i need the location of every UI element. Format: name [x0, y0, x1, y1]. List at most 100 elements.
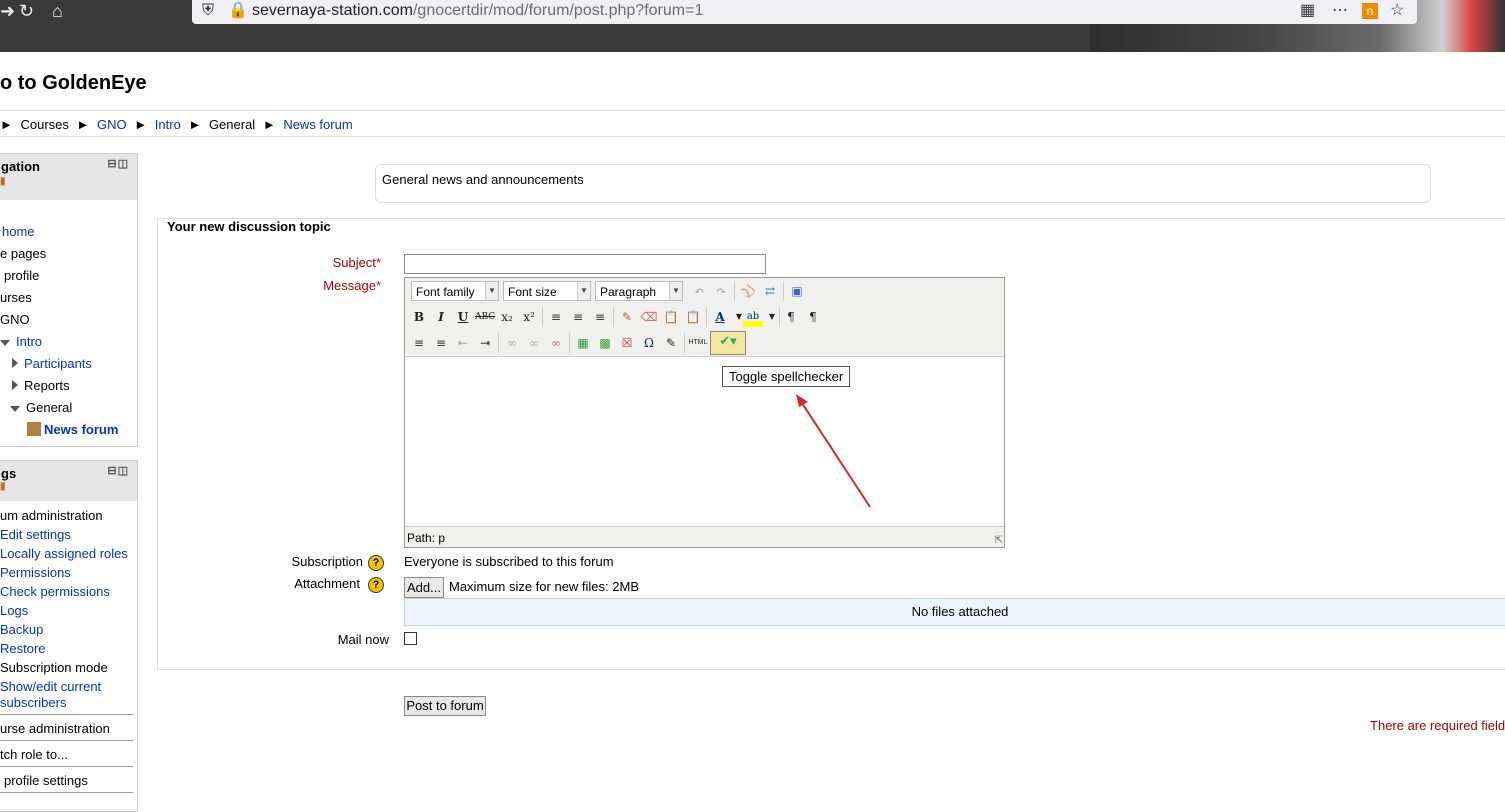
- strikethrough-icon[interactable]: ABC: [475, 307, 495, 327]
- nolink-icon[interactable]: ☒: [617, 333, 637, 353]
- font-family-select[interactable]: Font family ▼: [411, 281, 499, 301]
- post-to-forum-button[interactable]: Post to forum: [404, 696, 486, 716]
- nav-item-home[interactable]: home: [2, 224, 35, 239]
- numbered-list-icon[interactable]: ≡: [431, 333, 451, 353]
- insert-table-icon[interactable]: ✎: [661, 333, 681, 353]
- align-left-icon[interactable]: ≡: [546, 307, 566, 327]
- nav-item-reports[interactable]: Reports: [12, 378, 70, 393]
- nav-item-profile[interactable]: profile: [4, 268, 39, 283]
- underline-icon[interactable]: U: [453, 307, 473, 327]
- settings-forum-admin[interactable]: um administration: [0, 508, 103, 523]
- redo-icon[interactable]: ↷: [711, 281, 731, 301]
- align-center-icon[interactable]: ≡: [568, 307, 588, 327]
- extension-icon[interactable]: n: [1362, 3, 1378, 19]
- url-path: /gnocertdir/mod/forum/post.php?forum=1: [412, 2, 704, 19]
- settings-check-permissions[interactable]: Check permissions: [0, 584, 110, 599]
- nav-item-gno[interactable]: GNO: [0, 312, 30, 327]
- collapsed-icon: [12, 380, 18, 390]
- undo-icon[interactable]: ↶: [689, 281, 709, 301]
- settings-subscribers[interactable]: subscribers: [0, 695, 66, 710]
- qr-code-icon[interactable]: ▦: [1300, 1, 1315, 21]
- bullet-list-icon[interactable]: ≡: [409, 333, 429, 353]
- settings-divider: [0, 714, 133, 715]
- font-size-select[interactable]: Font size ▼: [503, 281, 591, 301]
- shield-icon[interactable]: ⛨: [202, 1, 214, 21]
- spellchecker-button[interactable]: ✔▾: [710, 331, 746, 355]
- special-character-icon[interactable]: Ω: [639, 333, 659, 353]
- align-right-icon[interactable]: ≡: [590, 307, 610, 327]
- find-replace-icon[interactable]: ⇄: [760, 281, 780, 301]
- reload-icon[interactable]: ↻: [19, 0, 34, 22]
- resize-handle-icon[interactable]: ⇱: [995, 535, 1003, 546]
- subscript-icon[interactable]: x₂: [497, 307, 517, 327]
- home-icon[interactable]: ⌂: [52, 0, 63, 22]
- settings-show-edit-subscribers[interactable]: Show/edit current: [0, 679, 101, 694]
- eraser-icon[interactable]: ⌫: [639, 307, 659, 327]
- help-icon[interactable]: ?: [368, 577, 384, 593]
- paste-word-icon[interactable]: 📋: [683, 307, 703, 327]
- block-controls-icon[interactable]: ⊟◫: [107, 464, 129, 477]
- nav-item-general[interactable]: General: [10, 400, 72, 415]
- settings-subscription-mode[interactable]: Subscription mode: [0, 660, 108, 675]
- mailnow-checkbox[interactable]: [404, 632, 417, 645]
- nav-item-news-forum[interactable]: News forum: [27, 422, 118, 437]
- settings-restore[interactable]: Restore: [0, 641, 46, 656]
- message-edit-area[interactable]: [405, 356, 1004, 527]
- insecure-lock-icon[interactable]: 🔒: [228, 1, 248, 21]
- dock-icon[interactable]: ▮: [0, 481, 6, 492]
- url-domain: severnaya-station.com: [252, 2, 413, 19]
- nav-item-courses[interactable]: urses: [0, 290, 32, 305]
- breadcrumb-divider: [0, 136, 1505, 137]
- settings-profile-settings[interactable]: profile settings: [4, 773, 88, 788]
- settings-edit-settings[interactable]: Edit settings: [0, 527, 71, 542]
- highlight-color-icon[interactable]: ab: [743, 307, 763, 327]
- bookmark-star-icon[interactable]: ☆: [1390, 1, 1404, 21]
- ltr-icon[interactable]: ¶: [781, 307, 801, 327]
- superscript-icon[interactable]: x²: [519, 307, 539, 327]
- add-file-button[interactable]: Add...: [404, 577, 444, 598]
- subject-label-text: Subject: [332, 255, 376, 270]
- italic-icon[interactable]: I: [431, 307, 451, 327]
- settings-switch-role[interactable]: tch role to...: [0, 747, 68, 762]
- editor-path: Path: p: [407, 531, 446, 545]
- subject-input[interactable]: [404, 254, 766, 274]
- media-icon[interactable]: ▩: [595, 333, 615, 353]
- unlink-icon[interactable]: ∞: [524, 333, 544, 353]
- toolbar-separator: [684, 333, 685, 353]
- paste-text-icon[interactable]: 📋: [661, 307, 681, 327]
- dock-icon[interactable]: ▮: [0, 176, 6, 187]
- files-dropzone[interactable]: No files attached: [404, 598, 1505, 626]
- outdent-icon[interactable]: ⇤: [453, 333, 473, 353]
- format-select[interactable]: Paragraph ▼: [595, 281, 683, 301]
- settings-permissions[interactable]: Permissions: [0, 565, 71, 580]
- settings-logs[interactable]: Logs: [0, 603, 28, 618]
- indent-icon[interactable]: ⇥: [475, 333, 495, 353]
- nav-item-participants[interactable]: Participants: [12, 356, 92, 371]
- nav-item-pages[interactable]: e pages: [0, 246, 46, 261]
- html-source-icon[interactable]: HTML: [688, 333, 708, 353]
- breadcrumb-news-forum[interactable]: News forum: [283, 117, 352, 132]
- cleanup-icon[interactable]: ✎: [617, 307, 637, 327]
- find-icon[interactable]: ⚾: [738, 281, 758, 301]
- breadcrumb-separator-icon: ►: [134, 117, 148, 132]
- address-bar[interactable]: ⛨ 🔒 severnaya-station.com/gnocertdir/mod…: [192, 0, 1417, 24]
- image-icon[interactable]: ▦: [573, 333, 593, 353]
- more-icon[interactable]: ⋯: [1332, 1, 1348, 21]
- nav-item-intro[interactable]: Intro: [0, 334, 42, 349]
- back-icon[interactable]: ➜: [0, 0, 15, 22]
- breadcrumb-gno[interactable]: GNO: [97, 117, 127, 132]
- text-color-icon[interactable]: A: [710, 307, 730, 327]
- settings-backup[interactable]: Backup: [0, 622, 43, 637]
- settings-course-admin[interactable]: urse administration: [0, 721, 110, 736]
- rtl-icon[interactable]: ¶: [803, 307, 823, 327]
- fullscreen-icon[interactable]: ▣: [787, 281, 807, 301]
- bold-icon[interactable]: B: [409, 307, 429, 327]
- moodle-link-icon[interactable]: ∞: [546, 333, 566, 353]
- block-controls-icon[interactable]: ⊟◫: [107, 157, 129, 170]
- breadcrumb-intro[interactable]: Intro: [155, 117, 181, 132]
- help-icon[interactable]: ?: [368, 555, 384, 571]
- settings-locally-assigned-roles[interactable]: Locally assigned roles: [0, 546, 128, 561]
- url-text[interactable]: severnaya-station.com/gnocertdir/mod/for…: [252, 2, 703, 20]
- link-icon[interactable]: ∞: [502, 333, 522, 353]
- expanded-icon: [10, 406, 20, 412]
